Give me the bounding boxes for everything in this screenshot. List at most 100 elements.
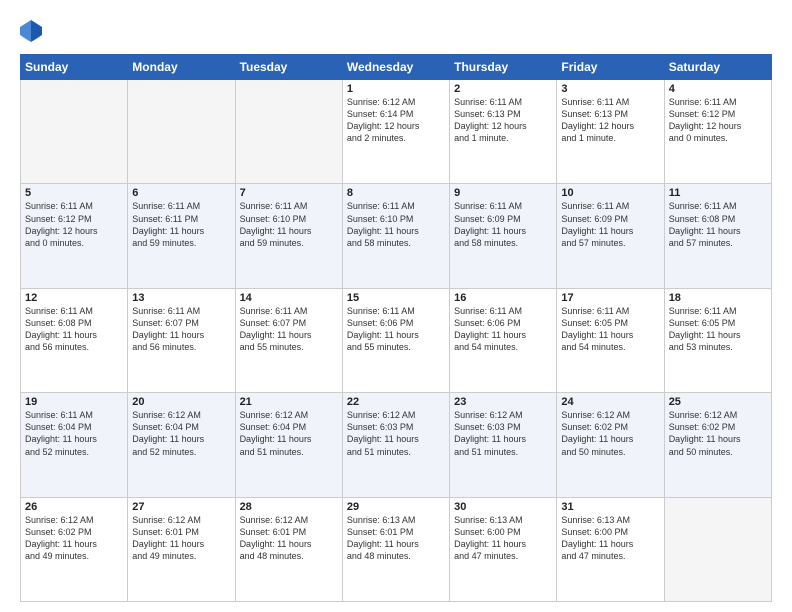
calendar-day-cell: 21Sunrise: 6:12 AM Sunset: 6:04 PM Dayli… (235, 393, 342, 497)
calendar-day-cell: 31Sunrise: 6:13 AM Sunset: 6:00 PM Dayli… (557, 497, 664, 601)
calendar-day-cell: 8Sunrise: 6:11 AM Sunset: 6:10 PM Daylig… (342, 184, 449, 288)
calendar-day-cell: 17Sunrise: 6:11 AM Sunset: 6:05 PM Dayli… (557, 288, 664, 392)
day-number: 23 (454, 396, 552, 408)
calendar-day-cell (21, 80, 128, 184)
calendar-day-cell: 19Sunrise: 6:11 AM Sunset: 6:04 PM Dayli… (21, 393, 128, 497)
calendar-day-cell: 14Sunrise: 6:11 AM Sunset: 6:07 PM Dayli… (235, 288, 342, 392)
day-number: 18 (669, 292, 767, 304)
day-info: Sunrise: 6:12 AM Sunset: 6:03 PM Dayligh… (454, 409, 552, 458)
day-info: Sunrise: 6:12 AM Sunset: 6:04 PM Dayligh… (132, 409, 230, 458)
calendar-day-cell: 18Sunrise: 6:11 AM Sunset: 6:05 PM Dayli… (664, 288, 771, 392)
calendar-day-cell: 20Sunrise: 6:12 AM Sunset: 6:04 PM Dayli… (128, 393, 235, 497)
calendar-day-cell: 1Sunrise: 6:12 AM Sunset: 6:14 PM Daylig… (342, 80, 449, 184)
calendar-week-row: 5Sunrise: 6:11 AM Sunset: 6:12 PM Daylig… (21, 184, 772, 288)
day-number: 12 (25, 292, 123, 304)
day-info: Sunrise: 6:11 AM Sunset: 6:05 PM Dayligh… (669, 305, 767, 354)
day-number: 6 (132, 187, 230, 199)
calendar-day-cell (235, 80, 342, 184)
day-info: Sunrise: 6:11 AM Sunset: 6:07 PM Dayligh… (132, 305, 230, 354)
calendar-header-row: SundayMondayTuesdayWednesdayThursdayFrid… (21, 55, 772, 80)
logo (20, 18, 46, 44)
day-number: 19 (25, 396, 123, 408)
day-info: Sunrise: 6:11 AM Sunset: 6:11 PM Dayligh… (132, 200, 230, 249)
calendar-week-row: 19Sunrise: 6:11 AM Sunset: 6:04 PM Dayli… (21, 393, 772, 497)
calendar-week-row: 1Sunrise: 6:12 AM Sunset: 6:14 PM Daylig… (21, 80, 772, 184)
logo-icon (20, 18, 42, 44)
day-info: Sunrise: 6:11 AM Sunset: 6:05 PM Dayligh… (561, 305, 659, 354)
day-number: 7 (240, 187, 338, 199)
page: SundayMondayTuesdayWednesdayThursdayFrid… (0, 0, 792, 612)
day-number: 31 (561, 501, 659, 513)
day-info: Sunrise: 6:12 AM Sunset: 6:14 PM Dayligh… (347, 96, 445, 145)
day-number: 11 (669, 187, 767, 199)
day-number: 21 (240, 396, 338, 408)
calendar-day-cell: 11Sunrise: 6:11 AM Sunset: 6:08 PM Dayli… (664, 184, 771, 288)
calendar-day-cell: 5Sunrise: 6:11 AM Sunset: 6:12 PM Daylig… (21, 184, 128, 288)
calendar-day-cell: 24Sunrise: 6:12 AM Sunset: 6:02 PM Dayli… (557, 393, 664, 497)
calendar-day-cell: 12Sunrise: 6:11 AM Sunset: 6:08 PM Dayli… (21, 288, 128, 392)
calendar-week-row: 12Sunrise: 6:11 AM Sunset: 6:08 PM Dayli… (21, 288, 772, 392)
day-info: Sunrise: 6:11 AM Sunset: 6:10 PM Dayligh… (347, 200, 445, 249)
calendar-week-row: 26Sunrise: 6:12 AM Sunset: 6:02 PM Dayli… (21, 497, 772, 601)
calendar-day-cell: 25Sunrise: 6:12 AM Sunset: 6:02 PM Dayli… (664, 393, 771, 497)
day-number: 22 (347, 396, 445, 408)
day-info: Sunrise: 6:12 AM Sunset: 6:02 PM Dayligh… (561, 409, 659, 458)
day-info: Sunrise: 6:12 AM Sunset: 6:02 PM Dayligh… (669, 409, 767, 458)
day-info: Sunrise: 6:11 AM Sunset: 6:08 PM Dayligh… (25, 305, 123, 354)
day-number: 2 (454, 83, 552, 95)
weekday-header: Tuesday (235, 55, 342, 80)
calendar-day-cell: 3Sunrise: 6:11 AM Sunset: 6:13 PM Daylig… (557, 80, 664, 184)
day-number: 17 (561, 292, 659, 304)
calendar-day-cell: 13Sunrise: 6:11 AM Sunset: 6:07 PM Dayli… (128, 288, 235, 392)
day-info: Sunrise: 6:11 AM Sunset: 6:13 PM Dayligh… (561, 96, 659, 145)
day-number: 4 (669, 83, 767, 95)
day-info: Sunrise: 6:11 AM Sunset: 6:04 PM Dayligh… (25, 409, 123, 458)
day-info: Sunrise: 6:12 AM Sunset: 6:03 PM Dayligh… (347, 409, 445, 458)
calendar-day-cell: 27Sunrise: 6:12 AM Sunset: 6:01 PM Dayli… (128, 497, 235, 601)
day-number: 3 (561, 83, 659, 95)
day-number: 25 (669, 396, 767, 408)
day-number: 13 (132, 292, 230, 304)
weekday-header: Monday (128, 55, 235, 80)
calendar-day-cell: 10Sunrise: 6:11 AM Sunset: 6:09 PM Dayli… (557, 184, 664, 288)
day-info: Sunrise: 6:11 AM Sunset: 6:06 PM Dayligh… (454, 305, 552, 354)
day-info: Sunrise: 6:11 AM Sunset: 6:07 PM Dayligh… (240, 305, 338, 354)
weekday-header: Wednesday (342, 55, 449, 80)
day-info: Sunrise: 6:12 AM Sunset: 6:01 PM Dayligh… (240, 514, 338, 563)
day-number: 30 (454, 501, 552, 513)
weekday-header: Thursday (450, 55, 557, 80)
day-number: 1 (347, 83, 445, 95)
day-info: Sunrise: 6:13 AM Sunset: 6:00 PM Dayligh… (454, 514, 552, 563)
calendar-day-cell: 2Sunrise: 6:11 AM Sunset: 6:13 PM Daylig… (450, 80, 557, 184)
day-info: Sunrise: 6:13 AM Sunset: 6:00 PM Dayligh… (561, 514, 659, 563)
day-info: Sunrise: 6:11 AM Sunset: 6:09 PM Dayligh… (561, 200, 659, 249)
calendar-day-cell: 16Sunrise: 6:11 AM Sunset: 6:06 PM Dayli… (450, 288, 557, 392)
day-number: 27 (132, 501, 230, 513)
day-info: Sunrise: 6:11 AM Sunset: 6:06 PM Dayligh… (347, 305, 445, 354)
calendar-day-cell: 7Sunrise: 6:11 AM Sunset: 6:10 PM Daylig… (235, 184, 342, 288)
day-number: 20 (132, 396, 230, 408)
day-info: Sunrise: 6:12 AM Sunset: 6:04 PM Dayligh… (240, 409, 338, 458)
day-info: Sunrise: 6:13 AM Sunset: 6:01 PM Dayligh… (347, 514, 445, 563)
day-number: 28 (240, 501, 338, 513)
day-number: 5 (25, 187, 123, 199)
calendar-body: 1Sunrise: 6:12 AM Sunset: 6:14 PM Daylig… (21, 80, 772, 602)
day-number: 26 (25, 501, 123, 513)
day-number: 16 (454, 292, 552, 304)
calendar-day-cell: 6Sunrise: 6:11 AM Sunset: 6:11 PM Daylig… (128, 184, 235, 288)
day-number: 8 (347, 187, 445, 199)
day-info: Sunrise: 6:11 AM Sunset: 6:10 PM Dayligh… (240, 200, 338, 249)
weekday-header: Saturday (664, 55, 771, 80)
day-info: Sunrise: 6:12 AM Sunset: 6:01 PM Dayligh… (132, 514, 230, 563)
day-number: 24 (561, 396, 659, 408)
header (20, 18, 772, 44)
calendar-day-cell: 28Sunrise: 6:12 AM Sunset: 6:01 PM Dayli… (235, 497, 342, 601)
day-number: 10 (561, 187, 659, 199)
day-info: Sunrise: 6:11 AM Sunset: 6:12 PM Dayligh… (669, 96, 767, 145)
calendar-day-cell: 29Sunrise: 6:13 AM Sunset: 6:01 PM Dayli… (342, 497, 449, 601)
day-info: Sunrise: 6:11 AM Sunset: 6:09 PM Dayligh… (454, 200, 552, 249)
calendar-day-cell: 15Sunrise: 6:11 AM Sunset: 6:06 PM Dayli… (342, 288, 449, 392)
calendar-day-cell: 4Sunrise: 6:11 AM Sunset: 6:12 PM Daylig… (664, 80, 771, 184)
calendar-day-cell (664, 497, 771, 601)
day-info: Sunrise: 6:12 AM Sunset: 6:02 PM Dayligh… (25, 514, 123, 563)
